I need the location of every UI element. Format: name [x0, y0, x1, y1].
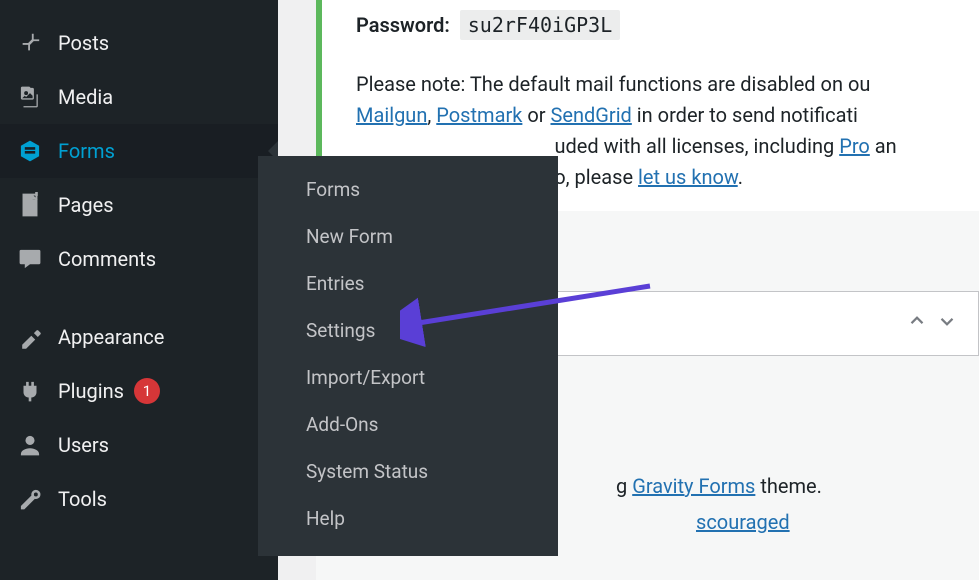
- submenu-item-label: Forms: [306, 178, 360, 201]
- tools-icon: [16, 486, 44, 512]
- chevron-down-icon: [936, 310, 958, 337]
- sidebar-item-label: Posts: [58, 31, 109, 55]
- notice-text: o, please: [554, 165, 638, 189]
- forms-submenu: Forms New Form Entries Settings Import/E…: [258, 156, 558, 556]
- chevron-up-icon: [906, 310, 928, 337]
- submenu-help[interactable]: Help: [258, 495, 558, 542]
- sidebar-item-label: Users: [58, 433, 109, 457]
- pages-icon: [16, 192, 44, 218]
- submenu-new-form[interactable]: New Form: [258, 213, 558, 260]
- forms-icon: [16, 138, 44, 164]
- sidebar-item-label: Appearance: [58, 325, 164, 349]
- sidebar-item-label: Forms: [58, 139, 115, 163]
- menu-separator: [0, 286, 278, 310]
- postmark-link[interactable]: Postmark: [436, 103, 522, 127]
- sidebar-item-appearance[interactable]: Appearance: [0, 310, 278, 364]
- notice-text: an: [870, 134, 897, 158]
- submenu-item-label: Add-Ons: [306, 413, 378, 436]
- let-us-know-link[interactable]: let us know: [638, 165, 738, 189]
- users-icon: [16, 432, 44, 458]
- sidebar-item-tools[interactable]: Tools: [0, 472, 278, 526]
- appearance-icon: [16, 324, 44, 350]
- submenu-forms[interactable]: Forms: [258, 166, 558, 213]
- password-label: Password:: [356, 13, 450, 37]
- submenu-item-label: System Status: [306, 460, 428, 483]
- submenu-add-ons[interactable]: Add-Ons: [258, 401, 558, 448]
- submenu-entries[interactable]: Entries: [258, 260, 558, 307]
- submenu-item-label: Settings: [306, 319, 375, 342]
- sidebar-item-label: Media: [58, 85, 113, 109]
- theme-text: g: [616, 474, 632, 498]
- admin-sidebar: Posts Media Forms Pages Comments Appeara…: [0, 0, 278, 580]
- comments-icon: [16, 246, 44, 272]
- submenu-system-status[interactable]: System Status: [258, 448, 558, 495]
- update-badge: 1: [134, 378, 160, 404]
- notice-text: Please note: The default mail functions …: [356, 72, 870, 96]
- submenu-settings[interactable]: Settings: [258, 307, 558, 354]
- sidebar-item-label: Comments: [58, 247, 156, 271]
- submenu-item-label: Import/Export: [306, 366, 425, 389]
- sidebar-item-pages[interactable]: Pages: [0, 178, 278, 232]
- mailgun-link[interactable]: Mailgun: [356, 103, 427, 127]
- submenu-item-label: Entries: [306, 272, 364, 295]
- gravity-forms-link[interactable]: Gravity Forms: [632, 474, 755, 498]
- sidebar-item-plugins[interactable]: Plugins 1: [0, 364, 278, 418]
- notice-text: .: [738, 165, 743, 189]
- sidebar-item-label: Tools: [58, 487, 107, 511]
- submenu-item-label: Help: [306, 507, 345, 530]
- media-icon: [16, 84, 44, 110]
- submenu-import-export[interactable]: Import/Export: [258, 354, 558, 401]
- sidebar-item-label: Pages: [58, 193, 114, 217]
- notice-text: uded with all licenses, including: [554, 134, 839, 158]
- theme-text: theme.: [755, 474, 822, 498]
- sendgrid-link[interactable]: SendGrid: [550, 103, 631, 127]
- sidebar-item-posts[interactable]: Posts: [0, 16, 278, 70]
- plugins-icon: [16, 378, 44, 404]
- sidebar-item-label: Plugins: [58, 379, 124, 403]
- thumbtack-icon: [16, 30, 44, 56]
- sidebar-item-media[interactable]: Media: [0, 70, 278, 124]
- sidebar-item-forms[interactable]: Forms: [0, 124, 278, 178]
- sidebar-item-comments[interactable]: Comments: [0, 232, 278, 286]
- sidebar-item-users[interactable]: Users: [0, 418, 278, 472]
- discouraged-link[interactable]: scouraged: [696, 510, 790, 534]
- notice-text: ,: [427, 103, 436, 127]
- password-value: su2rF40iGP3L: [460, 10, 621, 40]
- pro-link[interactable]: Pro: [839, 134, 870, 158]
- notice-text: in order to send notificati: [632, 103, 858, 127]
- submenu-item-label: New Form: [306, 225, 393, 248]
- notice-text: or: [522, 103, 550, 127]
